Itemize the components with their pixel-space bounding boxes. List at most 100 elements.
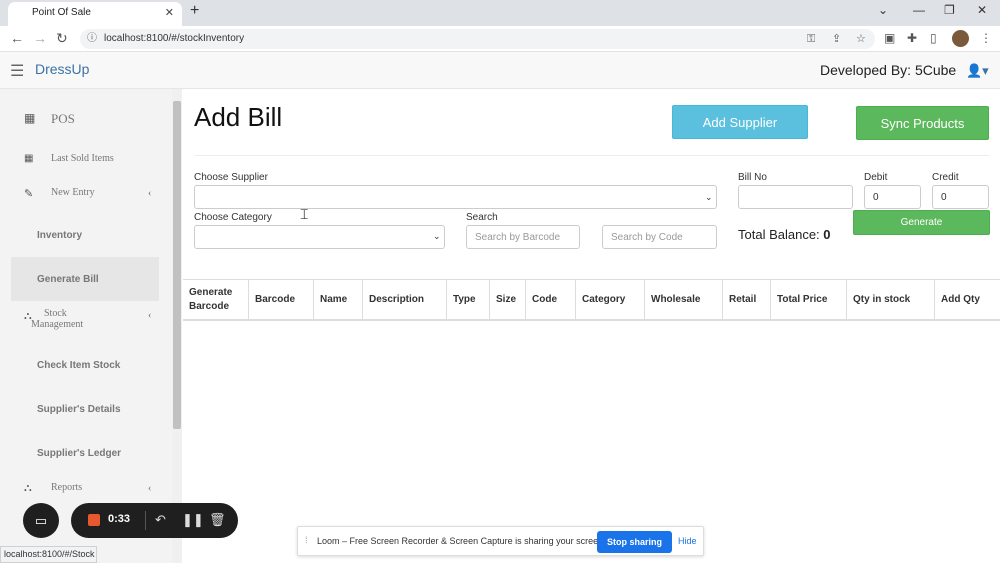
close-window-icon[interactable]: ✕ (977, 3, 987, 17)
table-header-cell: Add Qty (941, 294, 980, 305)
search-barcode-input[interactable] (466, 225, 580, 249)
sidebar-item-pos[interactable]: ▦ POS (0, 111, 170, 131)
add-supplier-button[interactable]: Add Supplier (672, 105, 808, 139)
sidebar-scrollbar-thumb[interactable] (173, 101, 181, 429)
drag-handle-icon[interactable]: ⁞ (305, 535, 308, 545)
table-header-cell: Code (526, 280, 576, 320)
key-icon[interactable]: ⚿ (807, 29, 815, 49)
edit-icon: ✎ (24, 188, 34, 200)
forward-icon[interactable]: → (33, 30, 47, 46)
share-icon[interactable]: ⇪ (832, 29, 841, 49)
bill-no-input[interactable] (738, 185, 853, 209)
chevron-down-icon: ⌄ (705, 192, 713, 202)
total-balance-label: Total Balance: (738, 227, 820, 242)
generate-button[interactable]: Generate (853, 210, 990, 235)
tab-title: Point Of Sale (32, 7, 91, 18)
sidebar-item-generate-bill[interactable]: Generate Bill (37, 274, 99, 285)
screen-share-notification: ⁞ Loom – Free Screen Recorder & Screen C… (297, 526, 704, 556)
puzzle-icon[interactable]: ✚ (907, 31, 917, 45)
app-header: ☰ DressUp Developed By: 5Cube 👤▾ (0, 52, 1000, 89)
chevron-left-icon: ‹ (148, 310, 152, 321)
table-header-cell: Total Price (771, 280, 847, 320)
pause-icon[interactable]: ❚❚ (182, 512, 204, 528)
sidebar: ▦ POS ▦ Last Sold Items ✎ New Entry ‹ In… (0, 89, 182, 563)
sidebar-item-last-sold[interactable]: ▦ Last Sold Items (0, 153, 170, 169)
sync-products-button[interactable]: Sync Products (856, 106, 989, 140)
table-header-cell: Description (363, 280, 447, 320)
divider (194, 155, 989, 156)
status-bar-url: localhost:8100/#/Stock (0, 546, 97, 563)
chevron-down-icon: ⌄ (433, 231, 441, 241)
url-text: localhost:8100/#/stockInventory (104, 33, 245, 44)
inventory-table-header: Generate Barcode Barcode Name Descriptio… (183, 279, 1000, 321)
table-header-cell: Barcode (249, 280, 314, 320)
supplier-select[interactable] (194, 185, 717, 209)
table-header-cell: Wholesale (645, 280, 723, 320)
search-label: Search (466, 212, 498, 223)
search-code-input[interactable] (602, 225, 717, 249)
developed-by: Developed By: 5Cube (820, 62, 957, 78)
trash-icon[interactable]: 🗑 (209, 512, 226, 528)
recording-time: 0:33 (108, 513, 131, 525)
table-header-cell: Generate Barcode (183, 280, 249, 320)
table-header-cell: Name (314, 280, 363, 320)
sidebar-item-check-item-stock[interactable]: Check Item Stock (37, 360, 120, 371)
category-select[interactable] (194, 225, 445, 249)
total-balance: Total Balance: 0 (738, 227, 831, 242)
sidebar-item-suppliers-ledger[interactable]: Supplier's Ledger (37, 448, 121, 459)
reload-icon[interactable]: ↻ (56, 30, 68, 47)
table-header-cell: Size (490, 280, 526, 320)
page-title: Add Bill (194, 102, 283, 132)
debit-input[interactable] (864, 185, 921, 209)
table-icon: ▦ (24, 153, 34, 164)
chevron-left-icon: ‹ (148, 188, 152, 199)
loom-recorder-controls: ▭ 0:33 ↶ ❚❚ 🗑 (23, 503, 238, 538)
sidebar-item-new-entry[interactable]: ✎ New Entry ‹ (0, 187, 170, 203)
restore-icon[interactable]: ❐ (944, 3, 955, 17)
sidebar-item-suppliers-details[interactable]: Supplier's Details (37, 404, 121, 415)
camera-icon[interactable]: ▭ (23, 503, 59, 538)
divider (145, 511, 146, 530)
table-header-cell: Retail (723, 280, 771, 320)
stop-record-icon[interactable] (88, 514, 100, 526)
back-icon[interactable]: ← (10, 30, 24, 46)
user-dropdown-icon[interactable]: 👤▾ (966, 63, 989, 79)
site-info-icon[interactable]: ⓘ (87, 29, 97, 49)
extension-icon[interactable]: ▣ (884, 31, 895, 45)
bookmark-star-icon[interactable]: ☆ (856, 29, 866, 49)
hamburger-icon[interactable]: ☰ (10, 61, 24, 81)
sitemap-icon: ⛬ (24, 482, 32, 494)
mouse-cursor-icon: ⌶ (300, 206, 309, 222)
sidebar-item-reports[interactable]: ⛬ Reports ‹ (0, 482, 170, 498)
stop-sharing-button[interactable]: Stop sharing (597, 531, 672, 553)
minimize-icon[interactable]: — (913, 3, 925, 17)
brand-link[interactable]: DressUp (35, 61, 89, 77)
choose-category-label: Choose Category (194, 212, 272, 223)
new-tab-icon[interactable]: + (190, 2, 199, 20)
profile-avatar[interactable] (952, 30, 969, 47)
address-bar[interactable]: ⓘ localhost:8100/#/stockInventory ⚿ ⇪ ☆ (80, 29, 875, 49)
table-header-cell: Qty in stock (847, 280, 935, 320)
browser-toolbar: ← → ↻ ⓘ localhost:8100/#/stockInventory … (0, 26, 1000, 52)
credit-input[interactable] (932, 185, 989, 209)
sidebar-item-inventory[interactable]: Inventory (37, 230, 82, 241)
sidebar-item-stock-management[interactable]: ⛬ Stock Management ‹ (0, 308, 170, 334)
grid-icon: ▦ (24, 111, 36, 125)
credit-label: Credit (932, 172, 959, 183)
debit-label: Debit (864, 172, 888, 183)
choose-supplier-label: Choose Supplier (194, 172, 268, 183)
table-header-cell: Type (447, 280, 490, 320)
undo-icon[interactable]: ↶ (155, 512, 166, 528)
loom-control-pill: 0:33 ↶ ❚❚ 🗑 (71, 503, 238, 538)
bill-no-label: Bill No (738, 172, 767, 183)
browser-tab-bar: Point Of Sale ✕ + ⌄ — ❐ ✕ (0, 0, 1000, 26)
browser-tab[interactable]: Point Of Sale ✕ (8, 2, 182, 26)
chevron-left-icon: ‹ (148, 483, 152, 494)
tab-close-icon[interactable]: ✕ (165, 2, 174, 24)
side-panel-icon[interactable]: ▯ (930, 31, 937, 45)
hide-link[interactable]: Hide (678, 536, 697, 546)
menu-dots-icon[interactable]: ⋮ (980, 31, 992, 45)
total-balance-value: 0 (823, 227, 831, 242)
tab-search-icon[interactable]: ⌄ (878, 3, 888, 17)
table-header-cell: Category (576, 280, 645, 320)
